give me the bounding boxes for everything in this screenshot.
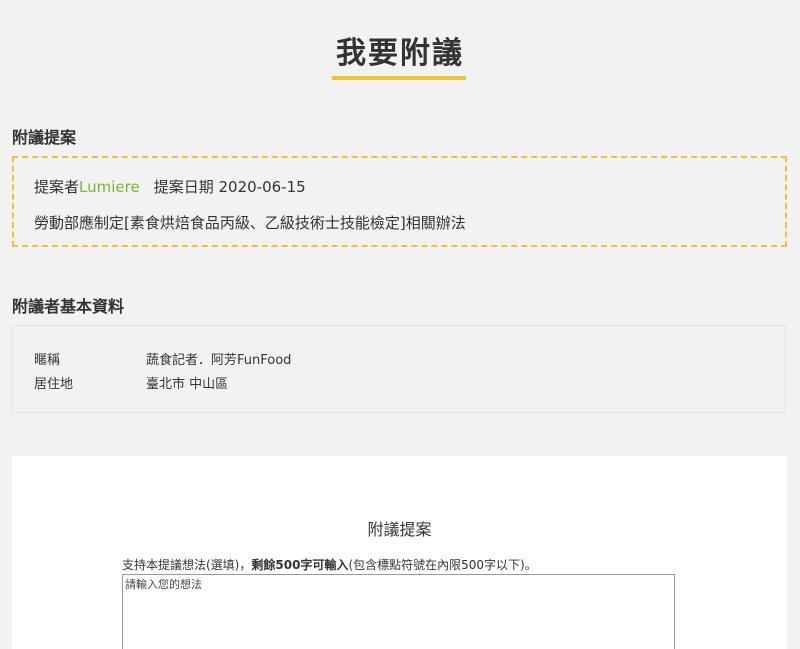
nickname-value: 蔬食記者．阿芳FunFood [146, 353, 292, 368]
form-hint: 支持本提議想法(選填)，剩餘500字可輸入(包含標點符號在內限500字以下)。 [122, 556, 537, 573]
hint-remaining-count: 剩餘500字可輸入 [251, 558, 349, 572]
form-title: 附議提案 [367, 520, 432, 539]
second-form-card: 附議提案 支持本提議想法(選填)，剩餘500字可輸入(包含標點符號在內限500字… [12, 456, 787, 649]
date-label: 提案日期 [153, 178, 214, 196]
hint-suffix: (包含標點符號在內限500字以下)。 [348, 558, 537, 572]
seconder-section-heading: 附議者基本資料 [12, 297, 125, 316]
hint-prefix: 支持本提議想法(選填)， [122, 558, 252, 572]
proposal-section-heading: 附議提案 [12, 128, 77, 147]
opinion-textarea[interactable] [122, 574, 675, 649]
date-value: 2020-06-15 [218, 178, 306, 196]
info-row-nickname: 暱稱 蔬食記者．阿芳FunFood [34, 349, 291, 368]
info-row-residence: 居住地 臺北市 中山區 [34, 373, 228, 392]
proposal-title: 勞動部應制定[素食烘焙食品丙級、乙級技術士技能檢定]相關辦法 [34, 214, 466, 232]
nickname-label: 暱稱 [34, 353, 61, 368]
proposer-name: Lumiere [79, 178, 140, 196]
title-underline [332, 76, 466, 80]
proposal-box: 提案者Lumiere 提案日期 2020-06-15 勞動部應制定[素食烘焙食品丙… [12, 156, 787, 247]
page-title: 我要附議 [336, 36, 464, 71]
page: 我要附議 附議提案 提案者Lumiere 提案日期 2020-06-15 勞動部應… [0, 0, 800, 649]
residence-label: 居住地 [34, 377, 74, 392]
seconder-info-box: 暱稱 蔬食記者．阿芳FunFood 居住地 臺北市 中山區 [12, 325, 786, 413]
residence-value: 臺北市 中山區 [146, 377, 229, 392]
proposal-meta: 提案者Lumiere 提案日期 2020-06-15 [34, 176, 306, 197]
proposer-label: 提案者 [34, 178, 80, 196]
